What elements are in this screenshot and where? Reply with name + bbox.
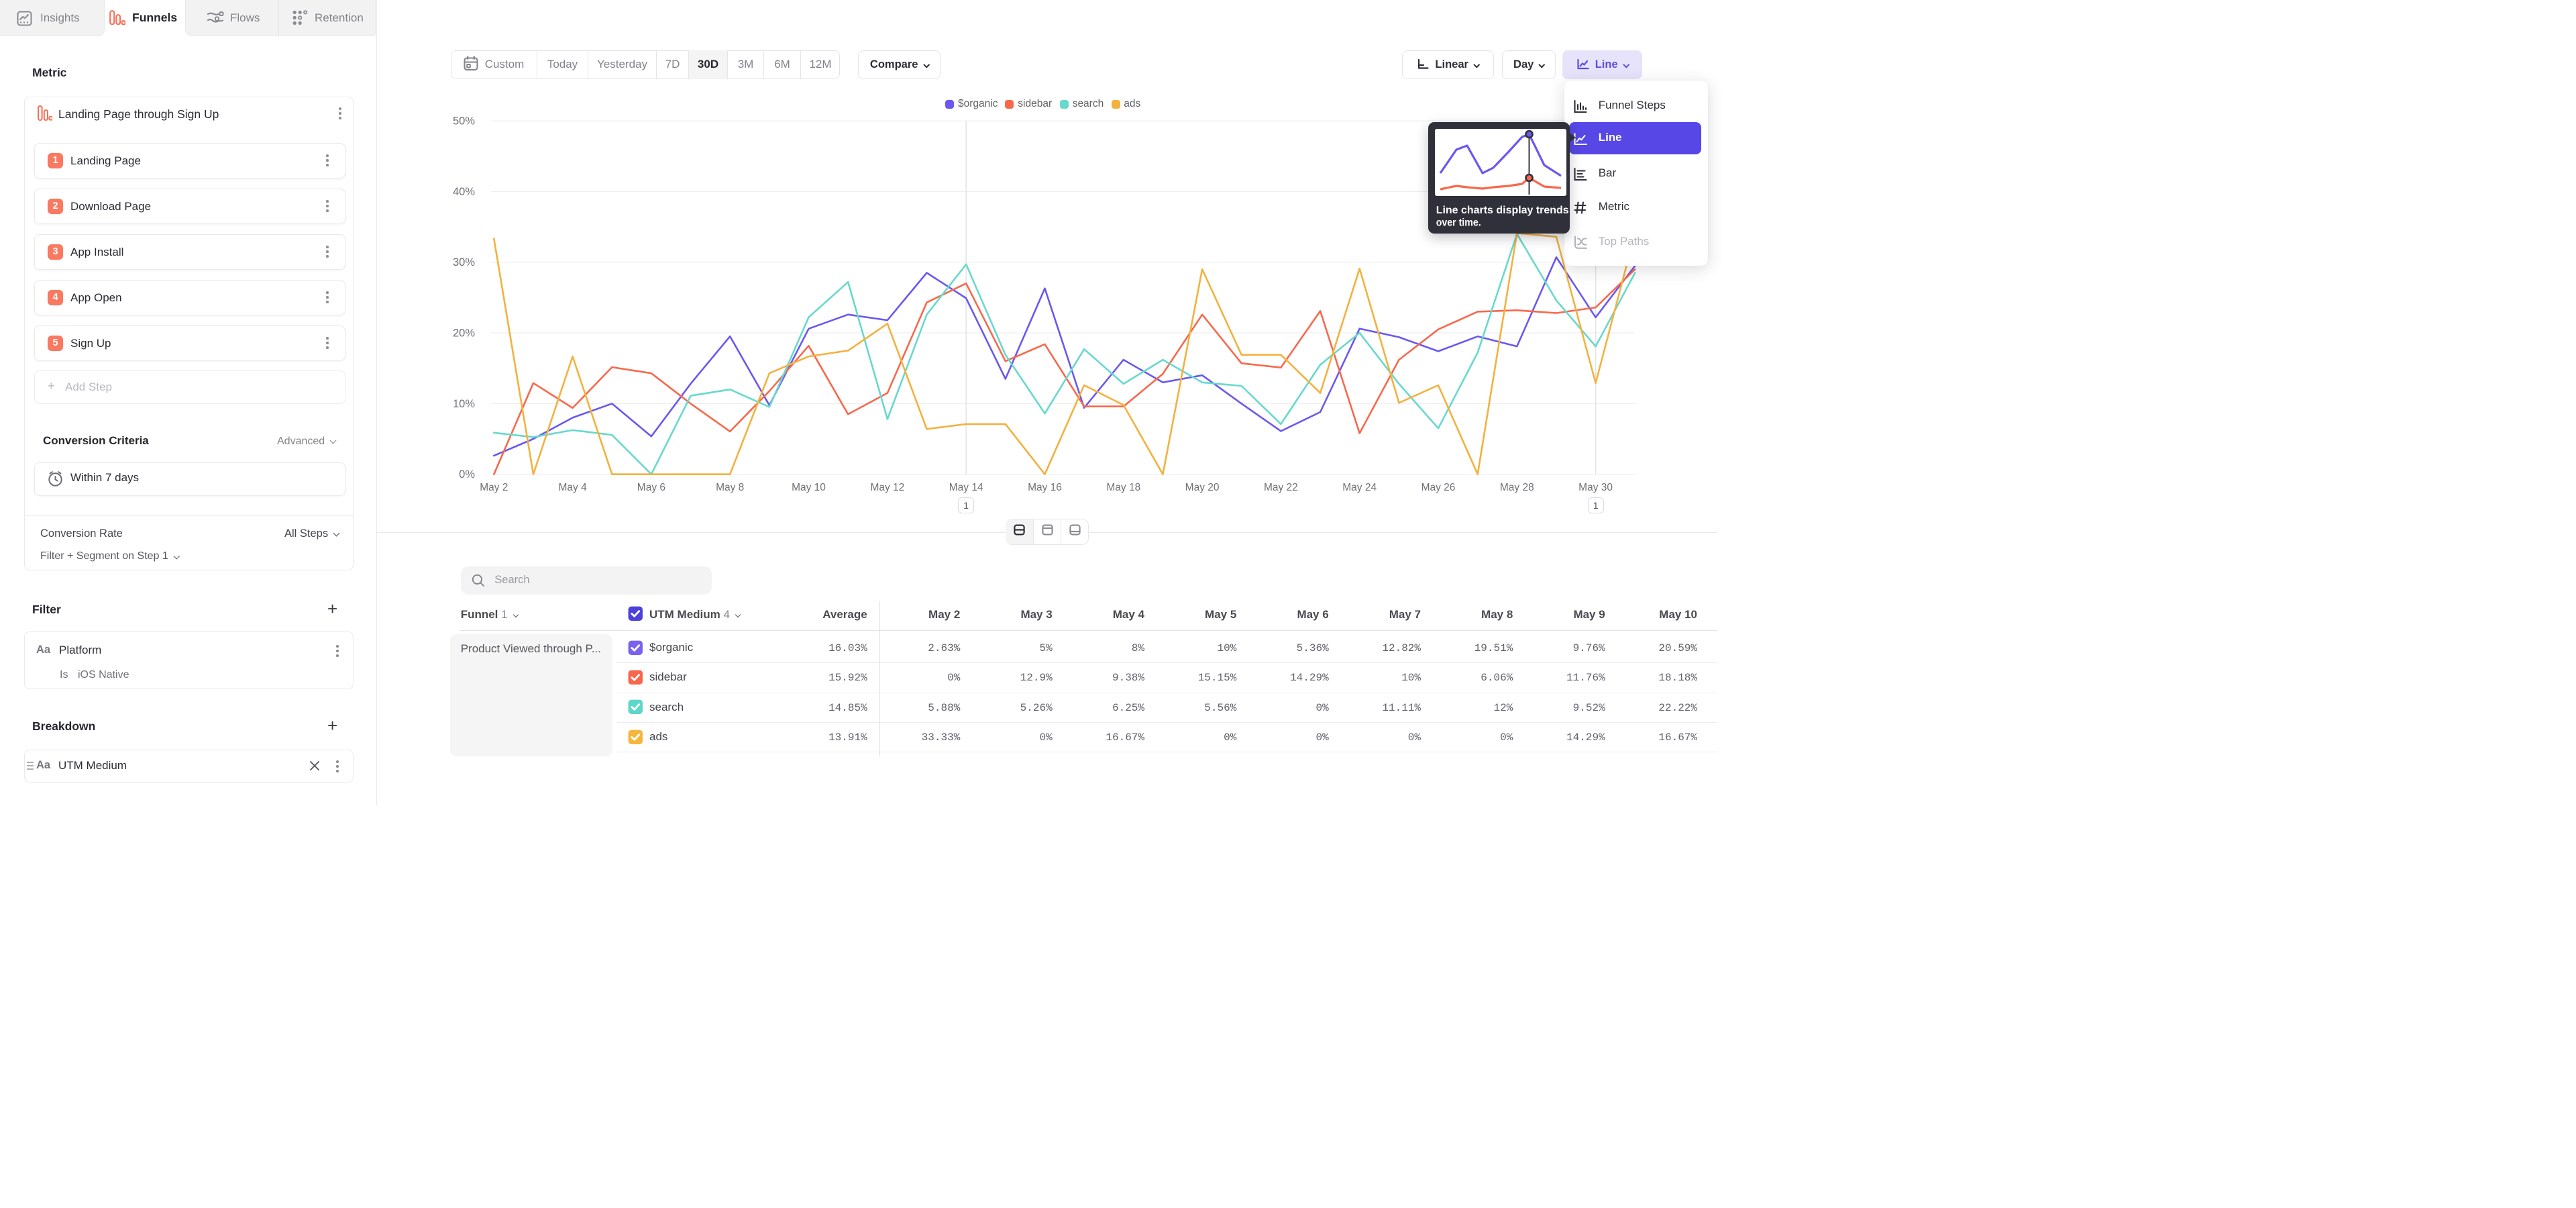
- svg-text:over time.: over time.: [1436, 217, 1481, 229]
- svg-text:30%: 30%: [453, 256, 475, 268]
- svg-text:May 26: May 26: [1421, 482, 1456, 493]
- svg-text:May 2: May 2: [480, 482, 508, 493]
- svg-text:0%: 0%: [459, 468, 475, 481]
- svg-text:May 30: May 30: [1578, 482, 1613, 493]
- svg-text:20%: 20%: [453, 328, 475, 340]
- svg-text:May 6: May 6: [637, 482, 665, 493]
- svg-text:May 4: May 4: [558, 482, 587, 493]
- svg-text:40%: 40%: [453, 186, 475, 198]
- svg-text:10%: 10%: [453, 398, 475, 410]
- svg-text:May 20: May 20: [1185, 482, 1220, 493]
- svg-text:May 18: May 18: [1106, 482, 1140, 493]
- svg-text:50%: 50%: [453, 115, 475, 128]
- svg-text:May 16: May 16: [1028, 482, 1062, 493]
- svg-text:May 12: May 12: [870, 482, 904, 493]
- svg-text:May 22: May 22: [1264, 482, 1298, 493]
- svg-text:May 8: May 8: [716, 482, 744, 493]
- svg-text:May 24: May 24: [1342, 482, 1377, 493]
- svg-text:Line charts display trends: Line charts display trends: [1436, 205, 1568, 216]
- svg-text:May 14: May 14: [949, 482, 983, 493]
- svg-text:May 28: May 28: [1500, 482, 1534, 493]
- svg-text:May 10: May 10: [792, 482, 826, 493]
